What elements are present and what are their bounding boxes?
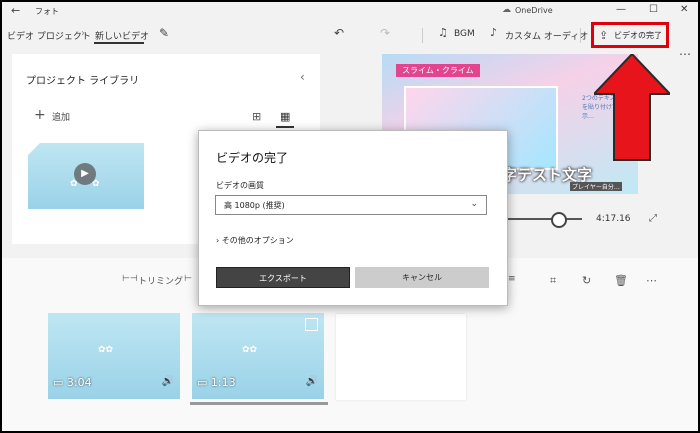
video-quality-value: 高 1080p (推奨) — [224, 201, 285, 210]
video-quality-label: ビデオの画質 — [216, 181, 264, 190]
preview-title-tag: スライム・クライム — [396, 64, 480, 77]
share-export-icon: ⇪ — [599, 29, 609, 42]
minimize-icon[interactable]: — — [616, 4, 626, 15]
storyboard-clip[interactable]: ✿✿ ▭ 3:04 🔊 — [48, 313, 180, 399]
playback-slider-knob[interactable] — [551, 212, 567, 228]
app-title: フォト — [35, 7, 59, 16]
crop-icon[interactable]: ⌗ — [550, 274, 556, 288]
custom-audio-button[interactable]: カスタム オーディオ — [505, 29, 588, 42]
back-arrow-icon[interactable]: ← — [11, 4, 20, 17]
close-icon[interactable]: ✕ — [680, 4, 688, 15]
trim-button[interactable]: トリミング — [138, 274, 183, 287]
library-media-thumbnail[interactable]: ✿ ✿ ▶ — [28, 143, 144, 209]
add-button[interactable]: 追加 — [52, 110, 70, 123]
clip-select-checkbox[interactable] — [305, 318, 318, 331]
cancel-button[interactable]: キャンセル — [355, 267, 489, 288]
clip-duration: ▭ 3:04 — [53, 376, 92, 389]
storyboard-more-icon[interactable]: ⋯ — [646, 274, 657, 287]
more-options-label: その他のオプション — [221, 236, 294, 245]
split-icon[interactable]: ⊢ — [184, 274, 192, 284]
view-selected-indicator — [276, 126, 294, 128]
red-arrow-annotation — [594, 54, 670, 161]
volume-icon[interactable]: 🔊 — [162, 376, 174, 387]
onedrive-label[interactable]: OneDrive — [515, 6, 553, 15]
current-tab-underline — [94, 42, 144, 44]
breadcrumb-project[interactable]: ビデオ プロジェクト — [7, 29, 91, 42]
folded-corner — [28, 143, 40, 155]
expand-fullscreen-icon[interactable]: ⤢ — [649, 213, 657, 224]
clip-duration: ▭ 1:13 — [197, 376, 236, 389]
title-bar: ← フォト ☁ OneDrive — ☐ ✕ — [2, 2, 698, 20]
playback-time: 4:17.16 — [596, 214, 631, 224]
playback-slider-track[interactable] — [502, 218, 582, 220]
storyboard-clip-selected[interactable]: ✿✿ ▭ 1:13 🔊 — [192, 313, 324, 399]
character-figure: ✿✿ — [98, 345, 114, 355]
chevron-right-icon: › — [216, 236, 220, 245]
empty-clip-slot — [336, 314, 466, 400]
character-figure: ✿✿ — [242, 345, 258, 355]
more-options-toggle[interactable]: › その他のオプション — [216, 235, 294, 246]
more-options-icon[interactable]: … — [679, 44, 691, 58]
video-quality-select[interactable]: 高 1080p (推奨) ⌄ — [215, 195, 487, 215]
finish-video-label: ビデオの完了 — [614, 31, 662, 40]
chevron-down-icon: ⌄ — [470, 199, 478, 209]
clip-duration-value: 3:04 — [66, 376, 92, 389]
clip-selection-bar — [190, 402, 328, 405]
preview-caption-sub: プレイヤー自分… — [570, 182, 622, 191]
rename-pencil-icon[interactable]: ✎ — [159, 26, 169, 40]
add-plus-icon[interactable]: + — [34, 107, 46, 123]
project-library-title: プロジェクト ライブラリ — [26, 76, 140, 87]
breadcrumb-current: 新しいビデオ — [95, 32, 150, 42]
bgm-button[interactable]: BGM — [454, 29, 475, 39]
finish-video-dialog: ビデオの完了 ビデオの画質 高 1080p (推奨) ⌄ › その他のオプション… — [198, 130, 508, 306]
large-grid-icon[interactable]: ⊞ — [252, 110, 261, 123]
trim-icon: ⊢⊣ — [122, 274, 138, 284]
finish-video-button[interactable]: ⇪ ビデオの完了 — [591, 22, 669, 48]
delete-trash-icon[interactable]: 🗑 — [614, 274, 628, 287]
maximize-icon[interactable]: ☐ — [649, 4, 658, 15]
breadcrumb-separator-icon: › — [81, 28, 85, 39]
play-icon[interactable]: ▶ — [74, 163, 96, 185]
collapse-chevron-icon[interactable]: ‹ — [300, 70, 305, 84]
custom-audio-icon: ♪ — [490, 26, 498, 39]
volume-icon[interactable]: 🔊 — [306, 376, 318, 387]
filter-icon[interactable]: ≡ — [508, 274, 516, 284]
undo-icon[interactable]: ↶ — [334, 26, 344, 40]
onedrive-cloud-icon: ☁ — [502, 5, 511, 15]
small-grid-icon[interactable]: ▦ — [280, 110, 290, 123]
toolbar-divider — [422, 28, 423, 43]
rotate-icon[interactable]: ↻ — [582, 274, 591, 287]
dialog-title: ビデオの完了 — [216, 151, 289, 165]
music-note-icon: ♫ — [438, 26, 448, 39]
redo-icon[interactable]: ↷ — [380, 26, 390, 40]
toolbar-divider — [580, 28, 581, 43]
clip-duration-value: 1:13 — [210, 376, 236, 389]
app-window: ← フォト ☁ OneDrive — ☐ ✕ ビデオ プロジェクト › 新しいビ… — [2, 2, 698, 431]
export-button[interactable]: エクスポート — [216, 267, 350, 288]
